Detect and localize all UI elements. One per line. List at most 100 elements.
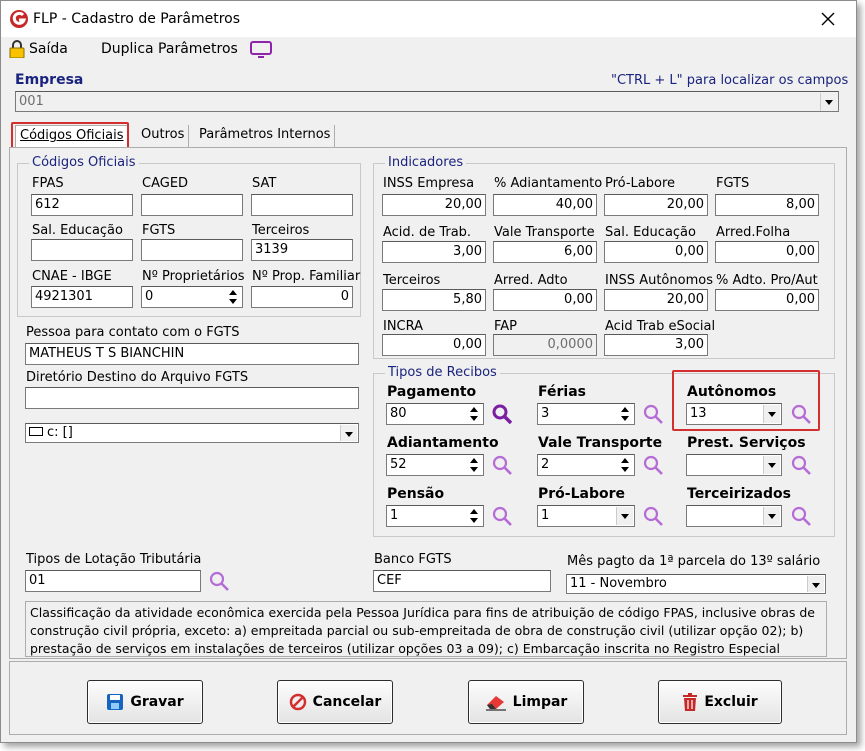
terceiros-ind-input[interactable]: 5,80 bbox=[382, 289, 486, 311]
drive-value: c: [] bbox=[47, 425, 73, 440]
fgts-input[interactable] bbox=[141, 239, 243, 261]
spinner-arrows-icon[interactable] bbox=[467, 456, 482, 474]
pagamento-stepper[interactable]: 80 bbox=[386, 403, 484, 425]
chevron-down-icon[interactable] bbox=[807, 576, 824, 592]
sal-educacao-label: Sal. Educação bbox=[32, 223, 123, 238]
spinner-arrows-icon[interactable] bbox=[618, 405, 633, 423]
diretorio-input[interactable] bbox=[25, 387, 359, 409]
num-proprietarios-label: Nº Proprietários bbox=[142, 269, 245, 284]
acid-trab-label: Acid. de Trab. bbox=[383, 225, 472, 240]
search-icon[interactable] bbox=[491, 454, 513, 476]
inss-autonomos-label: INSS Autônomos bbox=[605, 273, 713, 288]
search-hint: "CTRL + L" para localizar os campos bbox=[611, 73, 849, 88]
sat-input[interactable] bbox=[251, 194, 353, 216]
pct-adiantamento-input[interactable]: 40,00 bbox=[493, 194, 597, 216]
pro-labore-input[interactable]: 20,00 bbox=[604, 194, 708, 216]
num-prop-familiar-label: Nº Prop. Familiar bbox=[252, 269, 361, 284]
vale-transporte-label: Vale Transporte bbox=[538, 435, 663, 451]
contato-fgts-input[interactable]: MATHEUS T S BIANCHIN bbox=[25, 343, 359, 365]
sal-educacao-ind-label: Sal. Educação bbox=[605, 225, 696, 240]
pro-labore-label: Pró-Labore bbox=[605, 176, 676, 191]
inss-empresa-input[interactable]: 20,00 bbox=[382, 194, 486, 216]
lotacao-label: Tipos de Lotação Tributária bbox=[26, 552, 202, 567]
search-icon[interactable] bbox=[208, 570, 230, 592]
main-window: FLP - Cadastro de Parâmetros Saída Dupli… bbox=[0, 0, 857, 743]
acid-trab-esocial-label: Acid Trab eSocial bbox=[605, 319, 716, 334]
arred-adto-label: Arred. Adto bbox=[494, 273, 568, 288]
banco-fgts-input[interactable]: CEF bbox=[373, 570, 551, 592]
tipos-recibos-group-title: Tipos de Recibos bbox=[385, 366, 500, 380]
adiantamento-value: 52 bbox=[390, 457, 407, 472]
drive-icon bbox=[29, 427, 43, 436]
cancel-button[interactable]: Cancelar bbox=[277, 680, 393, 724]
acid-trab-input[interactable]: 3,00 bbox=[382, 241, 486, 263]
terceirizados-select[interactable] bbox=[686, 505, 782, 527]
chevron-down-icon[interactable] bbox=[340, 425, 357, 441]
search-icon[interactable] bbox=[491, 505, 513, 527]
num-proprietarios-stepper[interactable]: 0 bbox=[141, 286, 243, 308]
close-icon[interactable] bbox=[821, 12, 835, 26]
acid-trab-esocial-input[interactable]: 3,00 bbox=[604, 334, 708, 356]
padlock-icon bbox=[9, 40, 25, 58]
tab-outros[interactable]: Outros bbox=[137, 125, 190, 147]
adiantamento-stepper[interactable]: 52 bbox=[386, 454, 484, 476]
fgts-label: FGTS bbox=[142, 223, 176, 238]
chevron-down-icon[interactable] bbox=[763, 507, 780, 525]
duplicate-parameters-button[interactable]: Duplica Parâmetros bbox=[101, 42, 238, 57]
spinner-arrows-icon[interactable] bbox=[467, 405, 482, 423]
search-icon[interactable] bbox=[642, 454, 664, 476]
pct-adto-pro-aut-input[interactable]: 0,00 bbox=[715, 289, 819, 311]
vale-transporte-stepper[interactable]: 2 bbox=[537, 454, 635, 476]
pensao-stepper[interactable]: 1 bbox=[386, 505, 484, 527]
ferias-stepper[interactable]: 3 bbox=[537, 403, 635, 425]
terceiros-input[interactable]: 3139 bbox=[251, 239, 353, 261]
cnae-input[interactable]: 4921301 bbox=[31, 286, 133, 308]
sal-educacao-ind-input[interactable]: 0,00 bbox=[604, 241, 708, 263]
chevron-down-icon[interactable] bbox=[763, 456, 780, 474]
exit-button[interactable]: Saída bbox=[29, 42, 68, 57]
caged-input[interactable] bbox=[141, 194, 243, 216]
incra-input[interactable]: 0,00 bbox=[382, 334, 486, 356]
vale-transporte-ind-input[interactable]: 6,00 bbox=[493, 241, 597, 263]
sal-educacao-input[interactable] bbox=[31, 239, 133, 261]
chevron-down-icon[interactable] bbox=[820, 93, 837, 111]
incra-label: INCRA bbox=[383, 319, 424, 334]
mes-parcela-value: 11 - Novembro bbox=[570, 576, 667, 591]
empresa-select[interactable]: 001 bbox=[15, 91, 839, 112]
search-icon[interactable] bbox=[790, 505, 812, 527]
spinner-arrows-icon[interactable] bbox=[467, 507, 482, 525]
search-icon[interactable] bbox=[642, 505, 664, 527]
drive-select[interactable]: c: [] bbox=[25, 423, 359, 443]
clear-button[interactable]: Limpar bbox=[468, 680, 584, 724]
prest-servicos-select[interactable] bbox=[686, 454, 782, 476]
search-icon[interactable] bbox=[491, 403, 513, 425]
monitor-icon[interactable] bbox=[250, 41, 272, 58]
clear-label: Limpar bbox=[512, 694, 568, 710]
window-title: FLP - Cadastro de Parâmetros bbox=[33, 11, 241, 27]
search-icon[interactable] bbox=[790, 454, 812, 476]
prest-servicos-label: Prest. Serviços bbox=[687, 435, 806, 451]
mes-parcela-label: Mês pagto da 1ª parcela do 13º salário bbox=[567, 554, 821, 569]
trash-icon bbox=[683, 693, 698, 711]
empresa-label: Empresa bbox=[15, 72, 84, 88]
indicadores-group-title: Indicadores bbox=[385, 156, 467, 170]
num-prop-familiar-input[interactable]: 0 bbox=[251, 286, 353, 308]
spinner-arrows-icon[interactable] bbox=[618, 456, 633, 474]
fgts-ind-input[interactable]: 8,00 bbox=[715, 194, 819, 216]
caged-label: CAGED bbox=[142, 176, 189, 191]
pro-labore-recibo-label: Pró-Labore bbox=[538, 486, 626, 502]
pro-labore-select[interactable]: 1 bbox=[537, 505, 635, 527]
terceirizados-label: Terceirizados bbox=[687, 486, 791, 502]
arred-folha-input[interactable]: 0,00 bbox=[715, 241, 819, 263]
search-icon[interactable] bbox=[642, 403, 664, 425]
fpas-input[interactable]: 612 bbox=[31, 194, 133, 216]
save-button[interactable]: Gravar bbox=[87, 680, 203, 724]
chevron-down-icon[interactable] bbox=[616, 507, 633, 525]
tab-parametros-internos[interactable]: Parâmetros Internos bbox=[195, 125, 336, 147]
delete-button[interactable]: Excluir bbox=[658, 680, 782, 724]
lotacao-input[interactable]: 01 bbox=[25, 570, 201, 592]
mes-parcela-select[interactable]: 11 - Novembro bbox=[566, 574, 826, 594]
arred-adto-input[interactable]: 0,00 bbox=[493, 289, 597, 311]
spinner-arrows-icon[interactable] bbox=[226, 288, 241, 306]
inss-autonomos-input[interactable]: 20,00 bbox=[604, 289, 708, 311]
